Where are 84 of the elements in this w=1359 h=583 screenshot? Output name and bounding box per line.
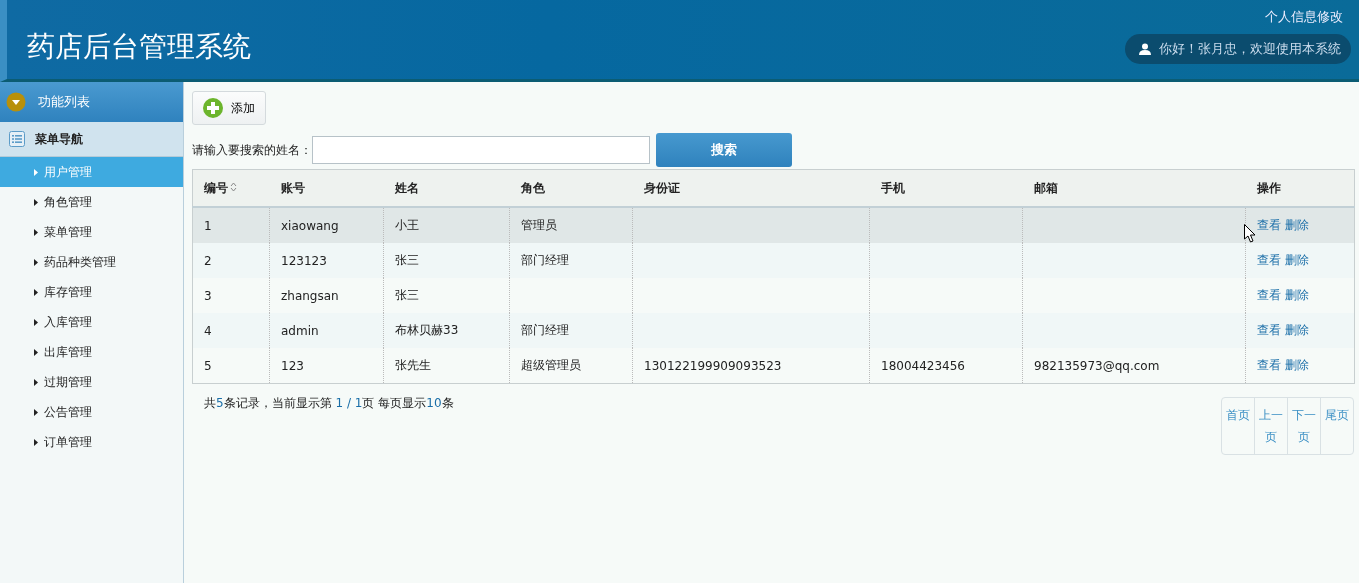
search-field[interactable] (312, 136, 650, 164)
sidebar-item[interactable]: 菜单管理 (0, 217, 183, 247)
table-cell: 2 (192, 243, 270, 278)
greeting-text: 你好！张月忠，欢迎使用本系统 (1159, 40, 1341, 58)
page-button[interactable]: 首页 (1222, 398, 1254, 454)
table-cell: 130122199909093523 (632, 348, 870, 384)
profile-link[interactable]: 个人信息修改 (1265, 8, 1351, 26)
action-link[interactable]: 查看 (1257, 288, 1281, 302)
action-link[interactable]: 删除 (1285, 218, 1309, 232)
action-link[interactable]: 查看 (1257, 218, 1281, 232)
column-header[interactable]: 编号 (192, 169, 270, 207)
page-button[interactable]: 上一页 (1254, 398, 1287, 454)
action-link[interactable]: 删除 (1285, 253, 1309, 267)
table-cell: 1 (192, 207, 270, 243)
column-header: 身份证 (632, 169, 870, 207)
table-row[interactable]: 5 123 张先生 超级管理员 130122199909093523 18004423456 982135973@qq.com 查看 删除 (192, 348, 1355, 384)
action-link[interactable]: 查看 (1257, 358, 1281, 372)
table-cell: 张三 (383, 243, 510, 278)
column-header: 姓名 (383, 169, 510, 207)
app-title: 药店后台管理系统 (26, 29, 251, 65)
record-summary: 共5条记录，当前显示第 1 / 1页 每页显示10条 (203, 395, 454, 412)
table-cell: zhangsan (269, 278, 384, 313)
mouse-pointer-icon (1244, 224, 1256, 243)
column-header: 账号 (269, 169, 384, 207)
table-cell: admin (269, 313, 384, 348)
sidebar-item[interactable]: 角色管理 (0, 187, 183, 217)
sidebar-item[interactable]: 公告管理 (0, 397, 183, 427)
table-cell: 123123 (269, 243, 384, 278)
table-cell: 部门经理 (509, 313, 633, 348)
table-cell: 18004423456 (869, 348, 1023, 384)
caret-icon (34, 348, 38, 356)
table-cell: 小王 (383, 207, 510, 243)
sidebar-item[interactable]: 过期管理 (0, 367, 183, 397)
sidebar-item[interactable]: 药品种类管理 (0, 247, 183, 277)
action-link[interactable]: 删除 (1285, 358, 1309, 372)
add-button[interactable]: 添加 (192, 91, 266, 125)
search-label: 请输入要搜索的姓名： (192, 141, 312, 159)
sidebar-title: 功能列表 (38, 93, 90, 111)
caret-icon (34, 198, 38, 206)
sort-icon (230, 181, 237, 192)
table-row[interactable]: 4 admin 布林贝赫33 部门经理 查看 删除 (192, 313, 1355, 348)
search-button[interactable]: 搜索 (656, 133, 792, 167)
page-button[interactable]: 下一页 (1287, 398, 1320, 454)
table-cell: 4 (192, 313, 270, 348)
table-cell: 管理员 (509, 207, 633, 243)
caret-icon (34, 288, 38, 296)
plus-icon (203, 98, 223, 118)
sidebar-item[interactable]: 出库管理 (0, 337, 183, 367)
caret-icon (34, 438, 38, 446)
caret-icon (34, 168, 38, 176)
table-cell: 3 (192, 278, 270, 313)
table-cell: 5 (192, 348, 270, 384)
column-header: 手机 (869, 169, 1023, 207)
table-cell: 123 (269, 348, 384, 384)
table-cell: 布林贝赫33 (383, 313, 510, 348)
page-button[interactable]: 尾页 (1320, 398, 1353, 454)
list-icon (9, 131, 25, 147)
table-cell: 张三 (383, 278, 510, 313)
dropdown-icon (6, 92, 26, 112)
column-header: 角色 (509, 169, 633, 207)
caret-icon (34, 318, 38, 326)
action-link[interactable]: 删除 (1285, 288, 1309, 302)
caret-icon (34, 228, 38, 236)
section-title: 菜单导航 (35, 130, 83, 148)
table-cell: 部门经理 (509, 243, 633, 278)
table-cell: 982135973@qq.com (1022, 348, 1246, 384)
caret-icon (34, 258, 38, 266)
sidebar-item[interactable]: 入库管理 (0, 307, 183, 337)
table-row[interactable]: 2 123123 张三 部门经理 查看 删除 (192, 243, 1355, 278)
table-cell: xiaowang (269, 207, 384, 243)
table-cell: 超级管理员 (509, 348, 633, 384)
table-row[interactable]: 3 zhangsan 张三 查看 删除 (192, 278, 1355, 313)
caret-icon (34, 378, 38, 386)
sidebar-item[interactable]: 库存管理 (0, 277, 183, 307)
column-header: 邮箱 (1022, 169, 1246, 207)
table-row[interactable]: 1 xiaowang 小王 管理员 查看 删除 (192, 207, 1355, 243)
caret-icon (34, 408, 38, 416)
user-icon (1139, 43, 1151, 55)
sidebar-item[interactable]: 订单管理 (0, 427, 183, 457)
action-link[interactable]: 删除 (1285, 323, 1309, 337)
table-cell: 张先生 (383, 348, 510, 384)
action-link[interactable]: 查看 (1257, 323, 1281, 337)
action-link[interactable]: 查看 (1257, 253, 1281, 267)
column-header: 操作 (1245, 169, 1355, 207)
